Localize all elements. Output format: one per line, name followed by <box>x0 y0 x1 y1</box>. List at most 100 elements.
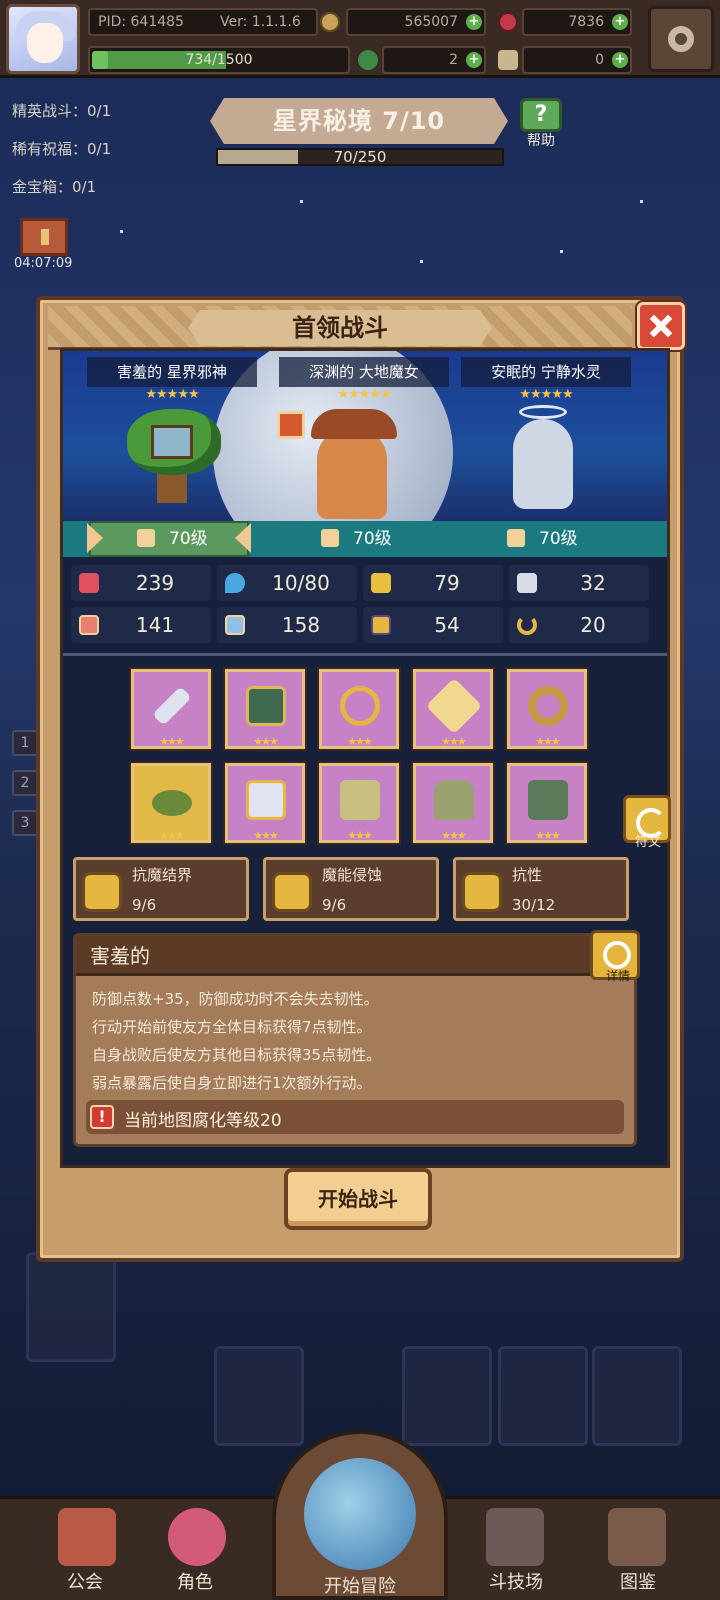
detail-button[interactable]: 详情 <box>590 930 640 983</box>
boss-sprite-witch[interactable] <box>277 409 407 521</box>
wing-icon <box>517 573 537 593</box>
dialog-title: 首领战斗 <box>188 310 492 346</box>
boss-name-3: 安眠的 宁静水灵 <box>461 357 631 387</box>
add-clover-button[interactable]: + <box>466 52 482 68</box>
stairs-icon <box>371 615 391 635</box>
trait-line-3: 自身战败后使友方其他目标获得35点韧性。 <box>92 1046 382 1064</box>
water-drop-icon <box>225 573 245 593</box>
gloves-icon <box>340 780 380 820</box>
add-gold-button[interactable]: + <box>466 14 482 30</box>
crossed-swords-icon <box>486 1508 544 1566</box>
codex-book-icon <box>608 1508 666 1566</box>
crown-badge-icon <box>82 872 122 912</box>
horseshoe-icon <box>517 615 537 635</box>
gold-value: 565007 <box>404 14 458 30</box>
close-button[interactable] <box>637 302 685 350</box>
nav-codex[interactable]: 图鉴 <box>590 1500 686 1596</box>
bonus-corrosion: 魔能侵蚀 9/6 <box>263 857 439 921</box>
stat-defense: 79 <box>363 565 503 601</box>
target-marker-icon <box>277 411 305 439</box>
gold-box: 565007 <box>346 8 486 36</box>
bonus-anti-magic: 抗魔结界 9/6 <box>73 857 249 921</box>
rare-blessing-count: 稀有祝福：0/1 <box>12 140 112 158</box>
equip-helmet[interactable]: ★★★ <box>225 669 305 749</box>
gold-coin-icon <box>320 12 340 32</box>
clover-value: 2 <box>449 52 458 68</box>
boss-name-1: 害羞的 星界邪神 <box>87 357 257 387</box>
amulet-icon <box>425 677 483 735</box>
equip-armor[interactable]: ★★★ <box>225 763 305 843</box>
trait-header: 害羞的 <box>76 936 634 976</box>
boss-stars-3: ★★★★★ <box>519 387 573 402</box>
boss-level-1: 70级 <box>137 521 208 557</box>
boss-level-row: 70级 70级 70级 <box>63 521 667 557</box>
boss-sprite-spirit[interactable] <box>503 405 583 509</box>
weapon-icon <box>137 529 155 547</box>
shoulder-guard-icon <box>434 780 474 820</box>
start-battle-button[interactable]: 开始战斗 <box>284 1168 432 1230</box>
add-gem-button[interactable]: + <box>612 14 628 30</box>
equip-amulet[interactable]: ★★★ <box>413 669 493 749</box>
boss-stars-1: ★★★★★ <box>145 387 199 402</box>
exp-bar: 734/1500 <box>88 46 350 74</box>
exp-text: 734/1500 <box>185 52 253 68</box>
book-icon <box>225 615 245 635</box>
trait-name: 害羞的 <box>90 944 150 968</box>
settings-button[interactable] <box>648 6 714 72</box>
staff-icon <box>321 529 339 547</box>
elite-battle-count: 精英战斗：0/1 <box>12 102 112 120</box>
equip-shoulders[interactable]: ★★★ <box>413 763 493 843</box>
sword-icon <box>152 686 192 726</box>
equip-sword[interactable]: ★★★ <box>131 669 211 749</box>
map-tile <box>214 1346 304 1446</box>
boots-icon <box>528 780 568 820</box>
side-button-1: 1 <box>12 730 38 756</box>
warning-text: 当前地图腐化等级20 <box>124 1111 282 1131</box>
bonus-resistance: 抗性 30/12 <box>453 857 629 921</box>
top-status-bar: PID: 641485 Ver: 1.1.1.6 565007 + 7836 +… <box>0 0 720 78</box>
boss-level-3: 70级 <box>507 521 578 557</box>
question-icon: ? <box>520 98 562 132</box>
equip-ring[interactable]: ★★★ <box>507 669 587 749</box>
boss-sprite-tree[interactable] <box>127 409 221 509</box>
boss-level-2: 70级 <box>321 521 392 557</box>
boss-stars-2: ★★★★★ <box>337 387 391 402</box>
pid-box: PID: 641485 Ver: 1.1.1.6 <box>88 8 318 36</box>
nav-guild[interactable]: 公会 <box>40 1500 130 1596</box>
pid-text: PID: 641485 <box>98 14 184 30</box>
trait-panel: 害羞的 详情 防御点数+35，防御成功时不会失去韧性。 行动开始前使友方全体目标… <box>73 930 640 1147</box>
boss-scene: 害羞的 星界邪神 ★★★★★ 深渊的 大地魔女 ★★★★★ 安眠的 宁静水灵 ★… <box>63 351 667 521</box>
help-button[interactable]: ? 帮助 <box>516 96 566 150</box>
magnifier-globe-icon <box>304 1458 416 1570</box>
gem-icon <box>498 12 518 32</box>
stat-luck: 20 <box>509 607 649 643</box>
boss-battle-dialog: 首领战斗 害羞的 星界邪神 ★★★★★ 深渊的 大地魔女 ★★★★★ 安眠的 宁… <box>36 296 685 1262</box>
treasure-chest-icon[interactable] <box>20 218 68 256</box>
chest-armor-icon <box>246 780 286 820</box>
shield-icon <box>371 573 391 593</box>
trait-line-4: 弱点暴露后使自身立即进行1次额外行动。 <box>92 1074 372 1092</box>
nav-character[interactable]: 角色 <box>150 1500 240 1596</box>
help-label: 帮助 <box>527 133 555 149</box>
stat-mana: 10/80 <box>217 565 357 601</box>
equip-necklace[interactable]: ★★★ <box>319 669 399 749</box>
fist-icon <box>79 615 99 635</box>
gold-chest-count: 金宝箱：0/1 <box>12 178 97 196</box>
trait-line-2: 行动开始前使友方全体目标获得7点韧性。 <box>92 1018 372 1036</box>
helmet-icon <box>246 686 286 726</box>
detail-label: 详情 <box>605 969 630 983</box>
exclamation-icon: ! <box>90 1105 114 1129</box>
side-button-3: 3 <box>12 810 38 836</box>
equip-belt[interactable]: ★★★ <box>131 763 211 843</box>
equip-gloves[interactable]: ★★★ <box>319 763 399 843</box>
nav-adventure[interactable]: 开始冒险 <box>272 1430 448 1600</box>
stat-magic: 158 <box>217 607 357 643</box>
chest-timer: 04:07:09 <box>14 256 73 271</box>
equip-boots[interactable]: ★★★ <box>507 763 587 843</box>
add-flask-button[interactable]: + <box>612 52 628 68</box>
flask-value: 0 <box>595 52 604 68</box>
stat-attack: 141 <box>71 607 211 643</box>
nav-arena[interactable]: 斗技场 <box>468 1500 564 1596</box>
player-avatar[interactable] <box>6 4 80 74</box>
clover-icon <box>358 50 378 70</box>
